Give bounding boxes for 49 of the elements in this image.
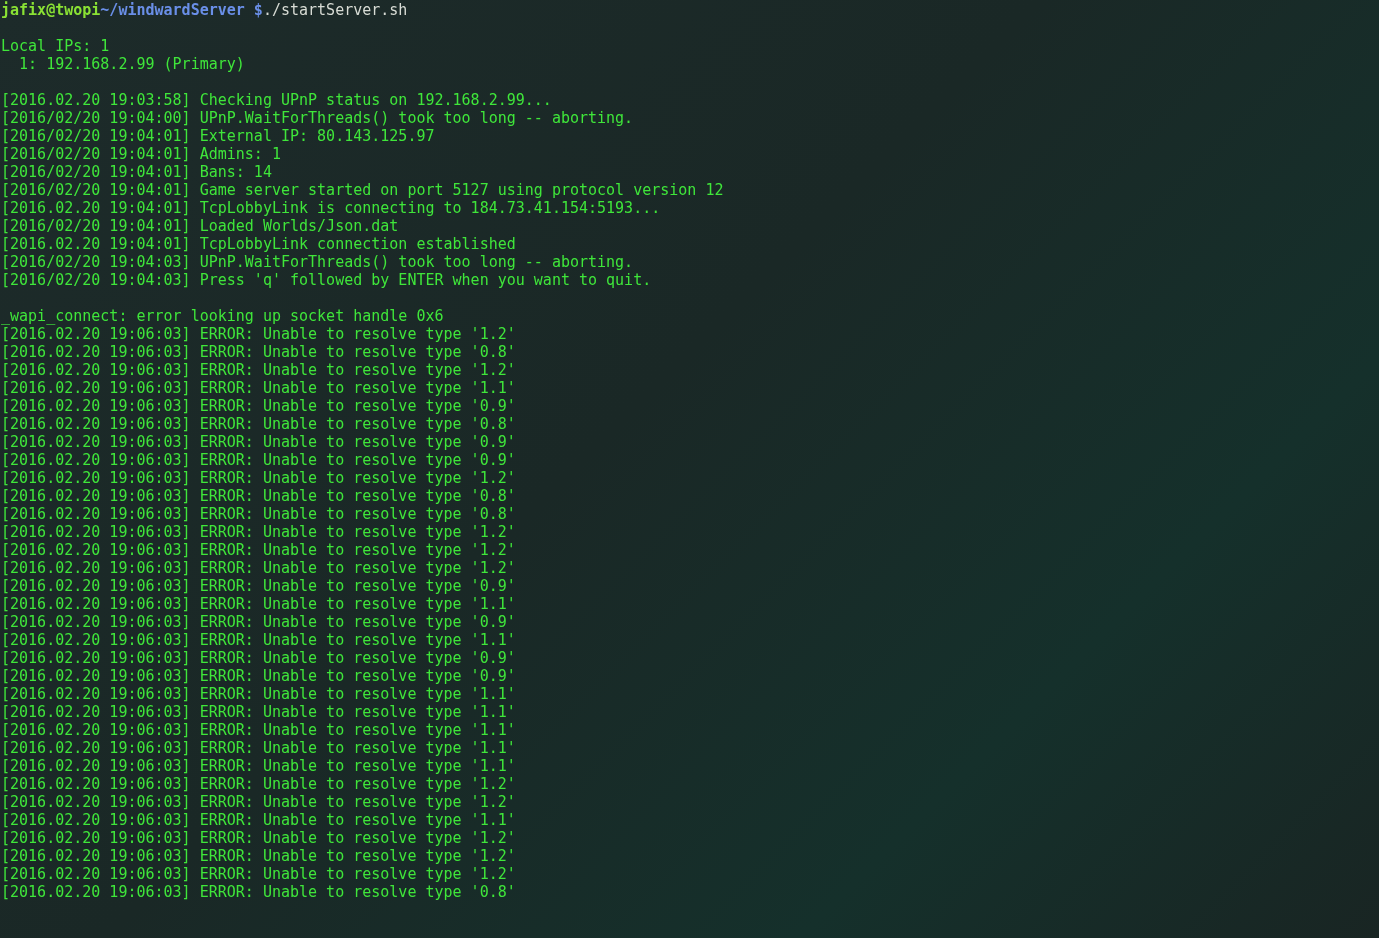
output-line: 1: 192.168.2.99 (Primary) (18, 55, 245, 73)
output-line: [2016/02/20 19:04:01] Bans: 14 (1, 163, 272, 181)
output-line: [2016.02.20 19:06:03] ERROR: Unable to resolve type '1.2' (1, 469, 516, 487)
output-line: [2016.02.20 19:06:03] ERROR: Unable to resolve type '1.1' (1, 631, 516, 649)
output-line: [2016/02/20 19:04:01] Admins: 1 (1, 145, 281, 163)
output-line: [2016.02.20 19:06:03] ERROR: Unable to resolve type '1.2' (1, 523, 516, 541)
output-line: [2016.02.20 19:06:03] ERROR: Unable to resolve type '1.2' (1, 559, 516, 577)
output-line: [2016.02.20 19:06:03] ERROR: Unable to resolve type '0.8' (1, 505, 516, 523)
output-line: [2016/02/20 19:04:01] Game server started on port 5127 using protocol version 12 (1, 181, 724, 199)
output-line: [2016/02/20 19:04:01] Loaded Worlds/Json.dat (1, 217, 399, 235)
output-line: [2016.02.20 19:06:03] ERROR: Unable to resolve type '1.1' (1, 685, 516, 703)
output-line: [2016.02.20 19:06:03] ERROR: Unable to resolve type '0.9' (1, 433, 516, 451)
output-line: [2016.02.20 19:04:01] TcpLobbyLink is connecting to 184.73.41.154:5193... (1, 199, 661, 217)
output-line: [2016.02.20 19:06:03] ERROR: Unable to resolve type '0.9' (1, 613, 516, 631)
output-line: [2016.02.20 19:06:03] ERROR: Unable to resolve type '1.1' (1, 811, 516, 829)
output-line: [2016.02.20 19:06:03] ERROR: Unable to resolve type '0.8' (1, 415, 516, 433)
output-line: [2016.02.20 19:06:03] ERROR: Unable to resolve type '1.1' (1, 703, 516, 721)
output-line: [2016.02.20 19:06:03] ERROR: Unable to resolve type '0.9' (1, 649, 516, 667)
output-line: [2016.02.20 19:06:03] ERROR: Unable to resolve type '1.2' (1, 865, 516, 883)
output-line: [2016/02/20 19:04:03] Press 'q' followed by ENTER when you want to quit. (1, 271, 652, 289)
output-line: [2016/02/20 19:04:01] External IP: 80.143.125.97 (1, 127, 435, 145)
output-line: [2016.02.20 19:06:03] ERROR: Unable to resolve type '1.1' (1, 757, 516, 775)
output-line: [2016.02.20 19:06:03] ERROR: Unable to resolve type '1.1' (1, 595, 516, 613)
output-line: [2016.02.20 19:06:03] ERROR: Unable to resolve type '0.8' (1, 883, 516, 901)
output-line: [2016.02.20 19:06:03] ERROR: Unable to resolve type '1.2' (1, 847, 516, 865)
output-line: _wapi_connect: error looking up socket handle 0x6 (1, 307, 444, 325)
output-line: [2016.02.20 19:06:03] ERROR: Unable to resolve type '1.2' (1, 541, 516, 559)
output-line: Local IPs: 1 (1, 37, 110, 55)
output-line: [2016.02.20 19:06:03] ERROR: Unable to resolve type '1.1' (1, 739, 516, 757)
output-line: [2016/02/20 19:04:00] UPnP.WaitForThreads() took too long -- aborting. (1, 109, 634, 127)
output-line: [2016.02.20 19:06:03] ERROR: Unable to resolve type '0.8' (1, 343, 516, 361)
output-line: [2016.02.20 19:04:01] TcpLobbyLink connection established (1, 235, 516, 253)
output-line: [2016.02.20 19:06:03] ERROR: Unable to resolve type '1.2' (1, 793, 516, 811)
prompt-path: ~/windwardServer $ (100, 1, 263, 19)
output-line: [2016.02.20 19:06:03] ERROR: Unable to resolve type '1.2' (1, 775, 516, 793)
output-line: [2016.02.20 19:03:58] Checking UPnP status on 192.168.2.99... (1, 91, 552, 109)
output-line: [2016.02.20 19:06:03] ERROR: Unable to resolve type '1.1' (1, 379, 516, 397)
output-line: [2016.02.20 19:06:03] ERROR: Unable to resolve type '0.9' (1, 667, 516, 685)
output-line: [2016.02.20 19:06:03] ERROR: Unable to resolve type '1.1' (1, 721, 516, 739)
output-line: [2016.02.20 19:06:03] ERROR: Unable to resolve type '1.2' (1, 361, 516, 379)
output-line: [2016.02.20 19:06:03] ERROR: Unable to resolve type '0.8' (1, 487, 516, 505)
command-text: ./startServer.sh (262, 1, 408, 19)
output-line: [2016/02/20 19:04:03] UPnP.WaitForThreads() took too long -- aborting. (1, 253, 634, 271)
output-line: [2016.02.20 19:06:03] ERROR: Unable to resolve type '0.9' (1, 577, 516, 595)
output-line: [2016.02.20 19:06:03] ERROR: Unable to resolve type '1.2' (1, 325, 516, 343)
output-line: [2016.02.20 19:06:03] ERROR: Unable to resolve type '0.9' (1, 451, 516, 469)
output-line: [2016.02.20 19:06:03] ERROR: Unable to resolve type '0.9' (1, 397, 516, 415)
prompt-user: jafix@twopi (1, 1, 101, 19)
output-line: [2016.02.20 19:06:03] ERROR: Unable to resolve type '1.2' (1, 829, 516, 847)
